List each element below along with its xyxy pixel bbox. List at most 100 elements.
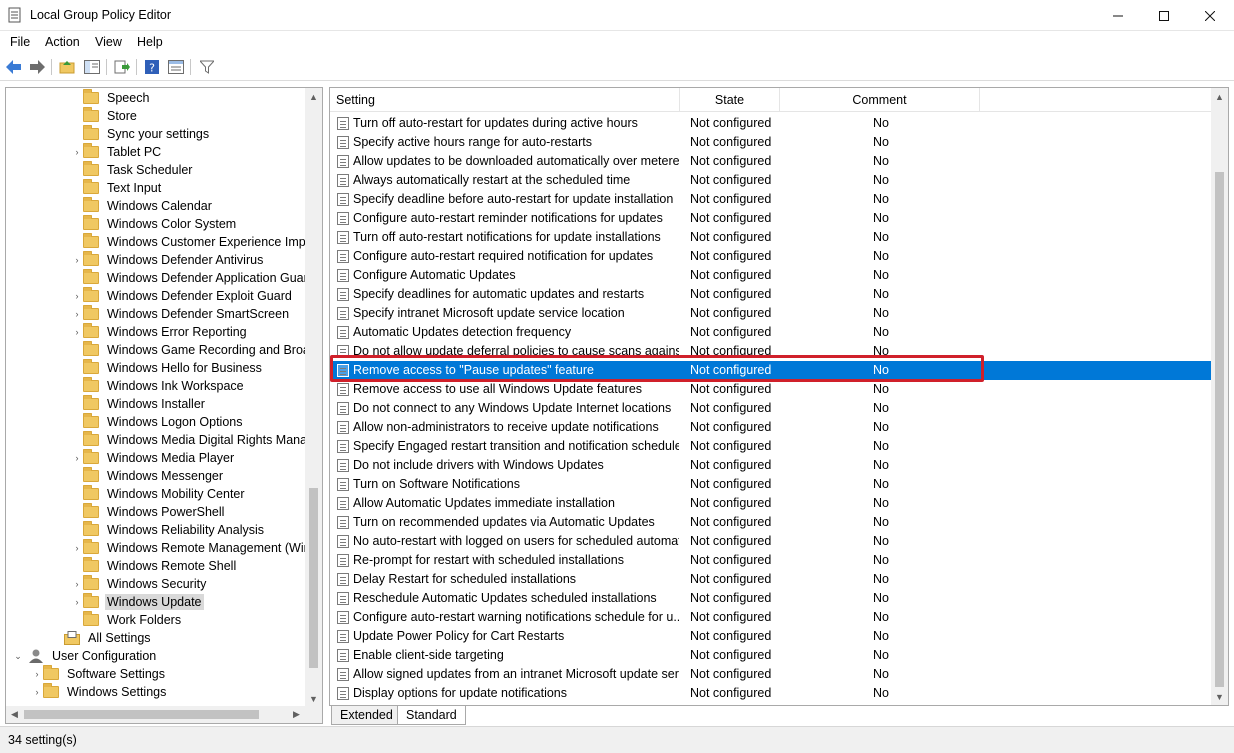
tree-item[interactable]: Store [71, 107, 139, 125]
tree-item[interactable]: Windows Color System [71, 215, 238, 233]
scroll-right-arrow-icon[interactable]: ▶ [288, 706, 305, 723]
expand-arrow-icon[interactable]: › [71, 327, 83, 337]
tree-item[interactable]: Windows Ink Workspace [71, 377, 246, 395]
tree-item[interactable]: Windows Messenger [71, 467, 225, 485]
tree-item[interactable]: ›Windows Defender Exploit Guard [71, 287, 294, 305]
show-hide-tree-button[interactable] [82, 57, 102, 77]
setting-row[interactable]: Configure auto-restart warning notificat… [330, 608, 1211, 627]
tree-item-user-configuration[interactable]: ⌄ User Configuration [12, 647, 158, 665]
tree-item[interactable]: Windows Calendar [71, 197, 214, 215]
tree-item[interactable]: Task Scheduler [71, 161, 194, 179]
column-header-comment[interactable]: Comment [780, 88, 980, 112]
tree-item[interactable]: Windows Mobility Center [71, 485, 247, 503]
maximize-button[interactable] [1141, 0, 1187, 31]
tree-item-windows-settings[interactable]: › Windows Settings [31, 683, 168, 701]
menu-action[interactable]: Action [45, 35, 80, 49]
setting-row[interactable]: Do not connect to any Windows Update Int… [330, 399, 1211, 418]
scroll-up-arrow-icon[interactable]: ▲ [305, 88, 322, 105]
tree-item[interactable]: Speech [71, 89, 151, 107]
filter-button[interactable] [197, 57, 217, 77]
setting-row[interactable]: Enable client-side targetingNot configur… [330, 646, 1211, 665]
tree-item-software-settings[interactable]: › Software Settings [31, 665, 167, 683]
forward-button[interactable] [27, 57, 47, 77]
setting-row[interactable]: Reschedule Automatic Updates scheduled i… [330, 589, 1211, 608]
setting-row[interactable]: Turn off auto-restart for updates during… [330, 114, 1211, 133]
setting-row[interactable]: No auto-restart with logged on users for… [330, 532, 1211, 551]
tree-pane[interactable]: Speech Store Sync your settings ›Tablet … [5, 87, 323, 724]
minimize-button[interactable] [1095, 0, 1141, 31]
scroll-down-arrow-icon[interactable]: ▼ [1211, 688, 1228, 705]
column-header-setting[interactable]: Setting [330, 88, 680, 112]
tree-item[interactable]: Windows Reliability Analysis [71, 521, 266, 539]
scroll-down-arrow-icon[interactable]: ▼ [305, 690, 322, 707]
tree-item[interactable]: Work Folders [71, 611, 183, 629]
tab-standard[interactable]: Standard [397, 706, 466, 725]
setting-row[interactable]: Allow signed updates from an intranet Mi… [330, 665, 1211, 684]
export-list-button[interactable] [112, 57, 132, 77]
scroll-thumb[interactable] [1215, 172, 1224, 687]
setting-row[interactable]: Turn on recommended updates via Automati… [330, 513, 1211, 532]
setting-row[interactable]: Allow Automatic Updates immediate instal… [330, 494, 1211, 513]
scroll-up-arrow-icon[interactable]: ▲ [1211, 88, 1228, 105]
menu-view[interactable]: View [95, 35, 122, 49]
tab-extended[interactable]: Extended [331, 706, 402, 725]
tree-vertical-scrollbar[interactable]: ▲ ▼ [305, 88, 322, 707]
setting-row[interactable]: Specify intranet Microsoft update servic… [330, 304, 1211, 323]
expand-arrow-icon[interactable]: › [31, 687, 43, 697]
setting-row[interactable]: Allow non-administrators to receive upda… [330, 418, 1211, 437]
setting-row[interactable]: Turn on Software NotificationsNot config… [330, 475, 1211, 494]
expand-arrow-icon[interactable]: › [71, 255, 83, 265]
expand-arrow-icon[interactable]: › [71, 291, 83, 301]
setting-row[interactable]: Always automatically restart at the sche… [330, 171, 1211, 190]
expand-arrow-icon[interactable]: › [71, 543, 83, 553]
setting-row[interactable]: Specify active hours range for auto-rest… [330, 133, 1211, 152]
setting-row[interactable]: Re-prompt for restart with scheduled ins… [330, 551, 1211, 570]
tree-item[interactable]: Windows Media Digital Rights Manag [71, 431, 316, 449]
setting-row[interactable]: Turn off auto-restart notifications for … [330, 228, 1211, 247]
scroll-thumb[interactable] [309, 488, 318, 668]
collapse-arrow-icon[interactable]: ⌄ [12, 651, 24, 662]
tree-item[interactable]: Windows PowerShell [71, 503, 226, 521]
tree-item[interactable]: ›Windows Remote Management (WinF [71, 539, 320, 557]
scroll-left-arrow-icon[interactable]: ◀ [6, 706, 23, 723]
expand-arrow-icon[interactable]: › [71, 579, 83, 589]
tree-item[interactable]: ›Windows Defender Antivirus [71, 251, 265, 269]
tree-item-all-settings[interactable]: All Settings [52, 629, 153, 647]
tree-item[interactable]: Windows Remote Shell [71, 557, 238, 575]
list-vertical-scrollbar[interactable]: ▲ ▼ [1211, 88, 1228, 705]
tree-item[interactable]: Windows Defender Application Guard [71, 269, 317, 287]
back-button[interactable] [4, 57, 24, 77]
tree-item[interactable]: Windows Customer Experience Impro [71, 233, 319, 251]
setting-row[interactable]: Remove access to use all Windows Update … [330, 380, 1211, 399]
setting-row[interactable]: Configure Automatic UpdatesNot configure… [330, 266, 1211, 285]
tree-item[interactable]: Windows Installer [71, 395, 207, 413]
tree-item[interactable]: ›Windows Error Reporting [71, 323, 249, 341]
settings-list-pane[interactable]: Setting State Comment Turn off auto-rest… [329, 87, 1229, 706]
expand-arrow-icon[interactable]: › [31, 669, 43, 679]
setting-row[interactable]: Configure auto-restart reminder notifica… [330, 209, 1211, 228]
close-button[interactable] [1187, 0, 1233, 31]
tree-item[interactable]: ›Windows Security [71, 575, 208, 593]
menu-file[interactable]: File [10, 35, 30, 49]
setting-row[interactable]: Update Power Policy for Cart RestartsNot… [330, 627, 1211, 646]
setting-row[interactable]: Allow updates to be downloaded automatic… [330, 152, 1211, 171]
tree-horizontal-scrollbar[interactable]: ◀ ▶ [6, 706, 322, 723]
setting-row[interactable]: Display options for update notifications… [330, 684, 1211, 703]
menu-help[interactable]: Help [137, 35, 163, 49]
tree-item[interactable]: Sync your settings [71, 125, 211, 143]
setting-row[interactable]: Specify deadlines for automatic updates … [330, 285, 1211, 304]
up-one-level-button[interactable] [57, 57, 77, 77]
scroll-thumb[interactable] [24, 710, 259, 719]
tree-item[interactable]: Windows Hello for Business [71, 359, 264, 377]
properties-button[interactable] [166, 57, 186, 77]
tree-item[interactable]: ›Windows Defender SmartScreen [71, 305, 291, 323]
setting-row[interactable]: Specify Engaged restart transition and n… [330, 437, 1211, 456]
column-header-state[interactable]: State [680, 88, 780, 112]
expand-arrow-icon[interactable]: › [71, 597, 83, 607]
tree-item[interactable]: ›Tablet PC [71, 143, 163, 161]
expand-arrow-icon[interactable]: › [71, 147, 83, 157]
help-button[interactable]: ? [142, 57, 162, 77]
expand-arrow-icon[interactable]: › [71, 453, 83, 463]
tree-item[interactable]: Text Input [71, 179, 163, 197]
setting-row[interactable]: Configure auto-restart required notifica… [330, 247, 1211, 266]
